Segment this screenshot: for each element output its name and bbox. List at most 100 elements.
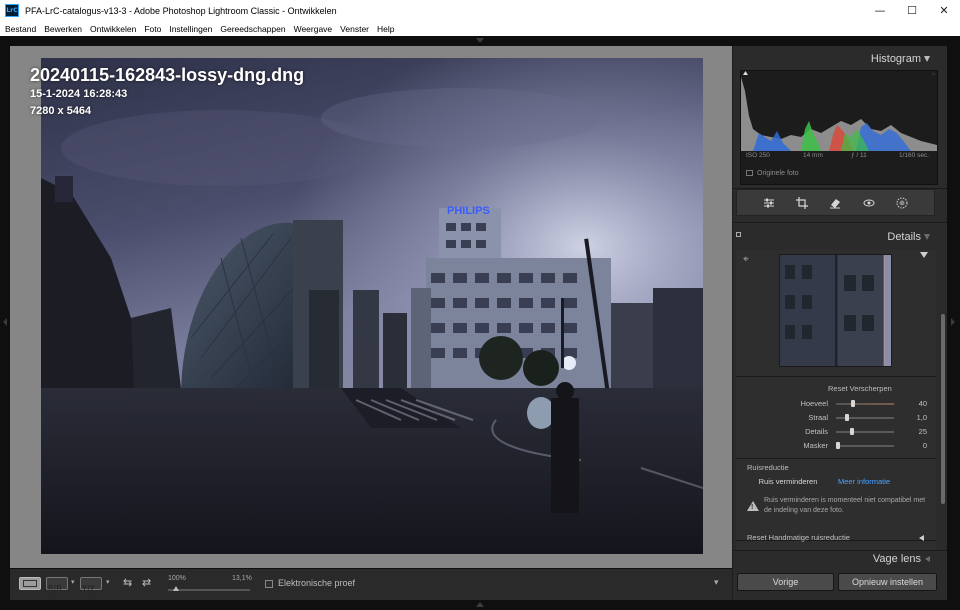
copy-before-icon[interactable]: ⇆ [123,576,132,589]
zoom-fit-label: 100% [168,575,186,582]
sharpen-reset-header[interactable]: Reset Verscherpen [828,384,892,393]
toolbar-menu-icon[interactable]: ▾ [714,577,719,588]
menu-instellingen[interactable]: Instellingen [169,24,212,34]
photo-dimensions: 7280 x 5464 [30,105,92,117]
exif-aperture: ƒ / 11 [851,152,867,159]
sharpen-detail-thumb[interactable] [849,428,854,435]
menu-venster[interactable]: Venster [340,24,369,34]
menu-bestand[interactable]: Bestand [5,24,36,34]
sharpen-radius-value[interactable]: 1,0 [917,413,927,422]
details-collapse-icon [924,234,930,240]
window-title: PFA-LrC-catalogus-v13-3 - Adobe Photosho… [25,5,337,16]
expand-left-icon [3,318,7,326]
photo-info-overlay: 20240115-162843-lossy-dng.dng 15-1-2024 … [30,64,304,120]
sharpen-radius-thumb[interactable] [845,414,850,421]
menu-gereedschappen[interactable]: Gereedschappen [220,24,285,34]
menu-help[interactable]: Help [377,24,394,34]
reset-button[interactable]: Opnieuw instellen [838,573,937,591]
sharpen-detail-value[interactable]: 25 [919,427,927,436]
preview-toggle-icon[interactable] [920,252,928,258]
philips-sign: PHILIPS [447,205,490,217]
crop-icon[interactable] [795,196,809,210]
loupe-view-button[interactable] [19,577,41,590]
noise-reduction-section: Ruisreductie Ruis verminderen Meer infor… [736,458,936,542]
viewer-toolbar: R|R ▾ Y|Y ▾ ⇆ ⇄ 100% 13,1% Elektronische… [10,568,732,600]
maximize-button[interactable]: ☐ [896,0,928,21]
exif-focal-length: 14 mm [803,152,823,159]
menu-bewerken[interactable]: Bewerken [44,24,82,34]
sharpen-radius-row: Straal 1,0 [736,411,936,425]
photo-viewer[interactable]: PHILIPS 20240115-162843-lossy-dng.dng 15… [10,46,732,568]
zoom-current-label: 13,1% [232,575,252,582]
before-after-lr-button[interactable]: R|R [46,577,68,593]
soft-proof-label: Elektronische proef [278,578,356,588]
red-eye-icon[interactable] [862,196,876,210]
sharpen-masking-value[interactable]: 0 [923,441,927,450]
before-after-tb-button[interactable]: Y|Y [80,577,102,593]
sharpen-masking-label: Masker [803,441,828,450]
sharpen-masking-thumb[interactable] [836,442,840,449]
soft-proof-checkbox[interactable] [265,580,273,588]
menu-weergave[interactable]: Weergave [294,24,333,34]
details-header[interactable]: Details [733,226,939,248]
filmstrip-toggle[interactable] [0,600,960,610]
minimize-button[interactable]: — [864,0,896,21]
details-panel: ⌖ Reset Verscherpen Hoeveel 40 Straal 1,… [736,250,936,550]
lens-blur-title: Vage lens [872,553,921,565]
original-photo-checkbox[interactable] [746,170,753,177]
loupe-view-icon [23,580,37,587]
original-photo-label: Originele foto [757,170,799,177]
sharpen-amount-label: Hoeveel [800,399,828,408]
manual-noise-reset[interactable]: Reset Handmatige ruisreductie [747,533,850,542]
eraser-icon[interactable] [828,196,842,210]
sharpen-detail-slider[interactable] [836,431,894,433]
sharpen-amount-slider[interactable] [836,403,894,405]
histogram-exif: ISO 250 14 mm ƒ / 11 1/160 sec. [741,152,937,164]
lens-blur-header[interactable]: Vage lens [733,552,939,566]
sharpen-amount-value[interactable]: 40 [919,399,927,408]
split-dropdown-icon[interactable]: ▾ [106,578,110,586]
copy-after-icon[interactable]: ⇄ [142,576,151,589]
collapse-right-icon [951,318,955,326]
top-panel-toggle[interactable] [0,36,960,46]
more-info-link[interactable]: Meer informatie [838,475,890,489]
noise-reduction-title: Ruisreductie [747,463,789,472]
masking-icon[interactable] [895,196,909,210]
main-photo[interactable]: PHILIPS [41,58,703,554]
photo-filename: 20240115-162843-lossy-dng.dng [30,65,305,85]
zoom-slider[interactable] [168,589,250,591]
previous-button[interactable]: Vorige [737,573,834,591]
before-after-split-icon: Y|Y [81,584,95,593]
sharpen-amount-row: Hoeveel 40 [736,397,936,411]
manual-noise-expand-icon[interactable] [919,535,924,541]
svg-text:Y|Y: Y|Y [81,584,95,593]
original-photo-toggle[interactable]: Originele foto [746,170,799,177]
collapse-top-icon [476,38,484,43]
noise-warning: ! Ruis verminderen is momenteel niet com… [746,496,931,520]
reduce-noise-button[interactable]: Ruis verminderen [750,475,826,489]
detail-preview[interactable] [779,254,892,367]
menu-ontwikkelen[interactable]: Ontwikkelen [90,24,136,34]
lens-blur-expand-icon [925,556,930,562]
svg-text:R|R: R|R [48,584,62,593]
noise-warning-text: Ruis verminderen is momenteel niet compa… [764,497,926,514]
before-after-dropdown-icon[interactable]: ▾ [71,578,75,586]
develop-tool-strip [736,189,935,216]
expand-filmstrip-icon [476,602,484,607]
histogram-collapse-icon [924,56,930,62]
adjust-sliders-icon[interactable] [762,196,776,210]
histogram-header[interactable]: Histogram [733,48,939,70]
histogram[interactable]: ISO 250 14 mm ƒ / 11 1/160 sec. Originel… [740,70,938,185]
sharpen-amount-thumb[interactable] [850,400,855,407]
exif-shutter: 1/160 sec. [899,152,929,159]
title-bar: LrC PFA-LrC-catalogus-v13-3 - Adobe Phot… [0,0,960,21]
close-button[interactable]: ✕ [928,0,960,21]
zoom-slider-thumb[interactable] [172,586,179,591]
target-adjust-icon[interactable]: ⌖ [743,254,749,265]
sharpen-masking-slider[interactable] [836,445,894,447]
lightroom-app-icon: LrC [5,4,19,17]
right-panel-scrollbar[interactable] [941,314,945,504]
histogram-title: Histogram [870,53,921,65]
menu-foto[interactable]: Foto [144,24,161,34]
sharpen-radius-label: Straal [808,413,828,422]
